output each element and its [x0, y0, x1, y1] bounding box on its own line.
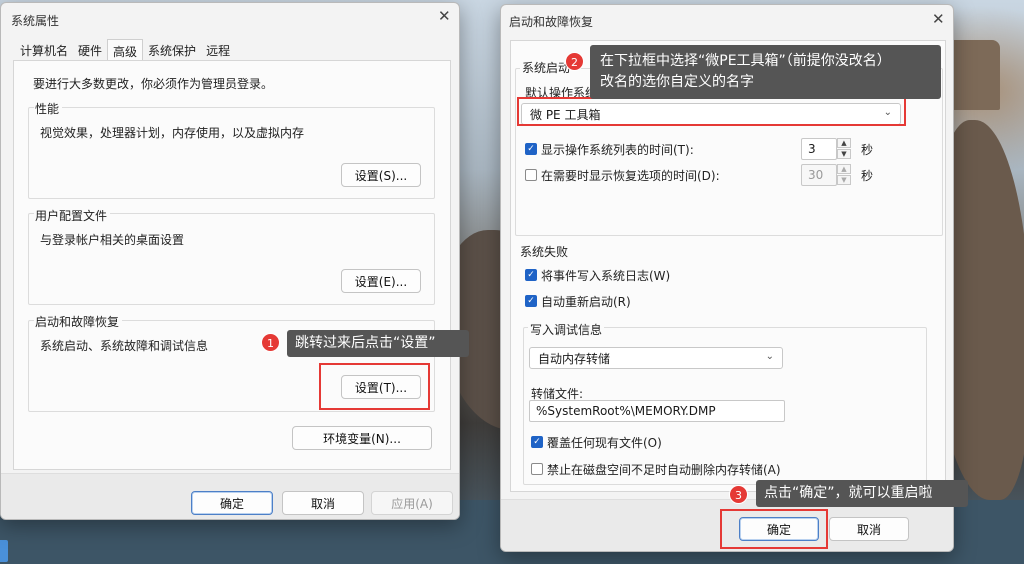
show-recovery-unit: 秒 — [861, 169, 874, 183]
annotation-text-2-line2: 改名的选你自定义的名字 — [600, 74, 754, 90]
highlight-box-default-os — [517, 97, 906, 126]
cancel-button[interactable]: 取消 — [829, 517, 909, 541]
performance-description: 视觉效果，处理器计划，内存使用，以及虚拟内存 — [40, 126, 305, 140]
show-os-list-time-input[interactable]: 3 — [801, 138, 837, 160]
performance-settings-button[interactable]: 设置(S)... — [341, 163, 421, 187]
dialog-title: 系统属性 — [11, 14, 60, 28]
annotation-tooltip-2: 在下拉框中选择“微PE工具箱”（前提你没改名） 改名的选你自定义的名字 — [590, 45, 941, 99]
close-icon[interactable]: ✕ — [932, 10, 945, 28]
show-recovery-time-input[interactable]: 30 — [801, 164, 837, 186]
annotation-badge-2: 2 — [565, 52, 584, 71]
auto-restart-checkbox[interactable]: ✓ — [525, 295, 537, 307]
show-os-list-unit: 秒 — [861, 143, 874, 157]
system-failure-label: 系统失败 — [520, 245, 569, 259]
annotation-tooltip-1: 跳转过来后点击“设置” — [287, 330, 469, 357]
dialog-title: 启动和故障恢复 — [509, 15, 594, 29]
cancel-button[interactable]: 取消 — [282, 491, 364, 515]
annotation-text-1: 跳转过来后点击“设置” — [295, 335, 436, 351]
dump-type-value: 自动内存转储 — [538, 351, 611, 366]
annotation-badge-3: 3 — [729, 485, 748, 504]
disable-auto-delete-label: 禁止在磁盘空间不足时自动删除内存转储(A) — [547, 463, 781, 477]
show-os-list-time-value: 3 — [808, 142, 816, 156]
annotation-tooltip-3: 点击“确定”，就可以重启啦 — [756, 480, 968, 507]
debug-info-label: 写入调试信息 — [528, 321, 605, 338]
ok-button[interactable]: 确定 — [191, 491, 273, 515]
annotation-badge-1: 1 — [261, 333, 280, 352]
startup-recovery-description: 系统启动、系统故障和调试信息 — [40, 339, 209, 353]
write-event-checkbox[interactable]: ✓ — [525, 269, 537, 281]
close-icon[interactable]: ✕ — [438, 7, 451, 25]
spin-up-icon[interactable]: ▲ — [837, 164, 851, 174]
spin-up-icon[interactable]: ▲ — [837, 138, 851, 148]
highlight-box-settings — [319, 363, 430, 410]
annotation-text-2-line1: 在下拉框中选择“微PE工具箱”（前提你没改名） — [600, 53, 891, 69]
dump-file-value: %SystemRoot%\MEMORY.DMP — [536, 404, 716, 418]
apply-button[interactable]: 应用(A) — [371, 491, 453, 515]
user-profiles-settings-button[interactable]: 设置(E)... — [341, 269, 421, 293]
auto-restart-label: 自动重新启动(R) — [541, 295, 631, 309]
spin-down-icon[interactable]: ▼ — [837, 149, 851, 159]
annotation-text-3: 点击“确定”，就可以重启啦 — [764, 485, 933, 501]
spin-down-icon[interactable]: ▼ — [837, 175, 851, 185]
write-event-label: 将事件写入系统日志(W) — [541, 269, 671, 283]
show-recovery-time-value: 30 — [808, 168, 824, 182]
show-recovery-label: 在需要时显示恢复选项的时间(D): — [541, 169, 720, 183]
disable-auto-delete-checkbox[interactable] — [531, 463, 543, 475]
user-profiles-description: 与登录帐户相关的桌面设置 — [40, 233, 185, 247]
system-properties-dialog: 系统属性 ✕ 计算机名 硬件 高级 系统保护 远程 要进行大多数更改，你必须作为… — [0, 2, 460, 520]
desktop-icon[interactable] — [0, 540, 8, 562]
dump-file-input[interactable]: %SystemRoot%\MEMORY.DMP — [529, 400, 785, 422]
startup-recovery-label: 启动和故障恢复 — [34, 313, 123, 330]
chevron-down-icon: ⌄ — [765, 351, 774, 362]
performance-label: 性能 — [34, 100, 63, 117]
user-profiles-label: 用户配置文件 — [34, 207, 111, 224]
highlight-box-ok — [720, 509, 828, 549]
dump-type-select[interactable]: 自动内存转储 ⌄ — [529, 347, 783, 369]
overwrite-checkbox[interactable]: ✓ — [531, 436, 543, 448]
environment-variables-button[interactable]: 环境变量(N)... — [292, 426, 432, 450]
show-os-list-checkbox[interactable]: ✓ — [525, 143, 537, 155]
show-recovery-checkbox[interactable] — [525, 169, 537, 181]
admin-note: 要进行大多数更改，你必须作为管理员登录。 — [33, 77, 274, 91]
overwrite-label: 覆盖任何现有文件(O) — [547, 436, 662, 450]
show-os-list-label: 显示操作系统列表的时间(T): — [541, 143, 694, 157]
